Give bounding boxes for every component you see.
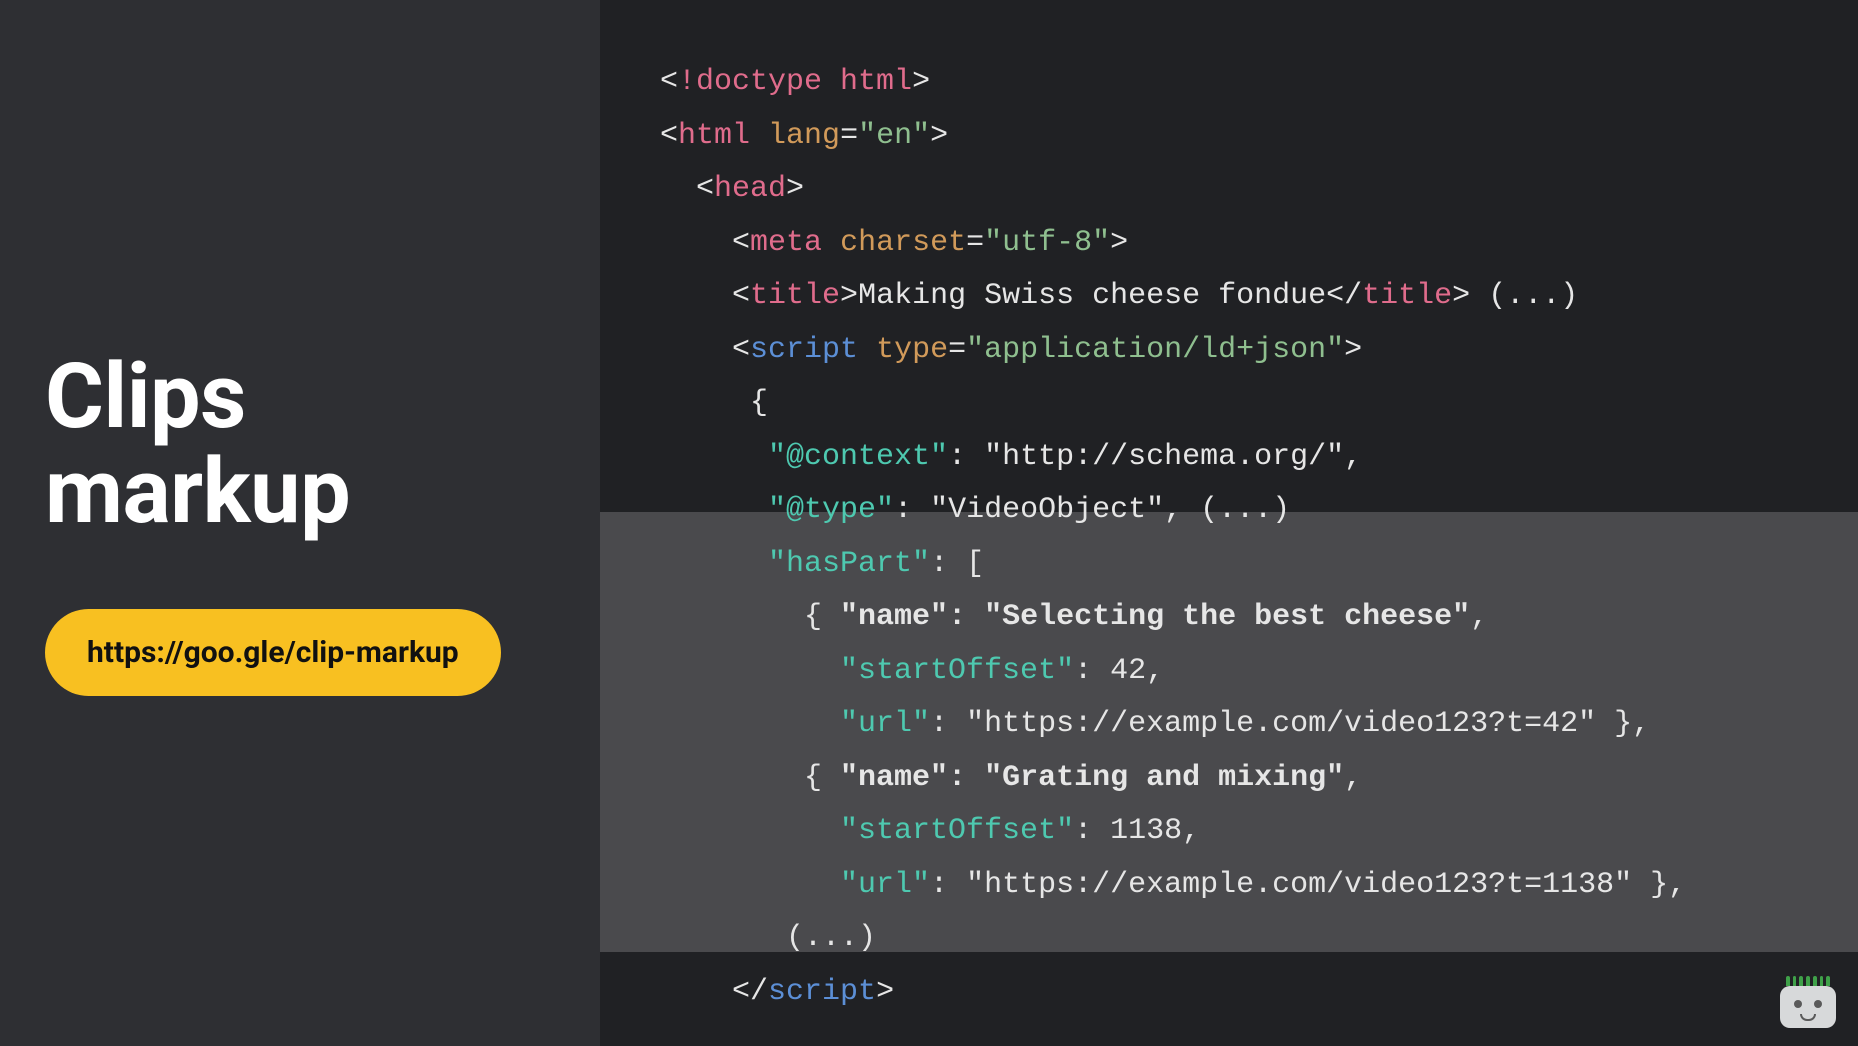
name1-key: "name" (840, 600, 948, 634)
title-line-1: Clips (45, 344, 246, 449)
lang-attr: lang (768, 119, 840, 153)
link-pill[interactable]: https://goo.gle/clip-markup (45, 609, 501, 696)
script-tag: script (750, 333, 858, 367)
title-line-2: markup (45, 439, 350, 544)
charset-val: "utf-8" (984, 226, 1110, 260)
code-block: <!doctype html> <html lang="en"> <head> … (660, 56, 1818, 1019)
start2-val: 1138 (1110, 814, 1182, 848)
type-attr: type (876, 333, 948, 367)
name1-val: "Selecting the best cheese" (984, 600, 1470, 634)
type-val2: "VideoObject" (930, 493, 1164, 527)
meta-tag: meta (750, 226, 822, 260)
url2-val: "https://example.com/video123?t=1138" (966, 868, 1632, 902)
title-close: title (1362, 279, 1452, 313)
script-close: script (768, 975, 876, 1009)
slide-title: Clips markup (45, 350, 560, 539)
charset-attr: charset (840, 226, 966, 260)
name2-key: "name" (840, 761, 948, 795)
left-panel: Clips markup https://goo.gle/clip-markup (0, 0, 600, 1046)
code-panel: <!doctype html> <html lang="en"> <head> … (600, 0, 1858, 1046)
doctype-tag: !doctype html (678, 65, 912, 99)
link-url: https://goo.gle/clip-markup (87, 635, 459, 670)
haspart-key: "hasPart" (768, 547, 930, 581)
brace-open: { (750, 386, 768, 420)
lang-val: "en" (858, 119, 930, 153)
html-tag: html (678, 119, 750, 153)
context-key: "@context" (768, 440, 948, 474)
type-ellipsis: (...) (1200, 493, 1290, 527)
title-text: Making Swiss cheese fondue (858, 279, 1326, 313)
type-key: "@type" (768, 493, 894, 527)
title-open: title (750, 279, 840, 313)
url1-key: "url" (840, 707, 930, 741)
context-val: "http://schema.org/" (984, 440, 1344, 474)
head-tag: head (714, 172, 786, 206)
start1-val: 42 (1110, 654, 1146, 688)
slide: Clips markup https://goo.gle/clip-markup… (0, 0, 1858, 1046)
name2-val: "Grating and mixing" (984, 761, 1344, 795)
start2-key: "startOffset" (840, 814, 1074, 848)
type-val: "application/ld+json" (966, 333, 1344, 367)
start1-key: "startOffset" (840, 654, 1074, 688)
url2-key: "url" (840, 868, 930, 902)
parts-ellipsis: (...) (786, 921, 876, 955)
title-ellipsis: (...) (1488, 279, 1578, 313)
url1-val: "https://example.com/video123?t=42" (966, 707, 1596, 741)
